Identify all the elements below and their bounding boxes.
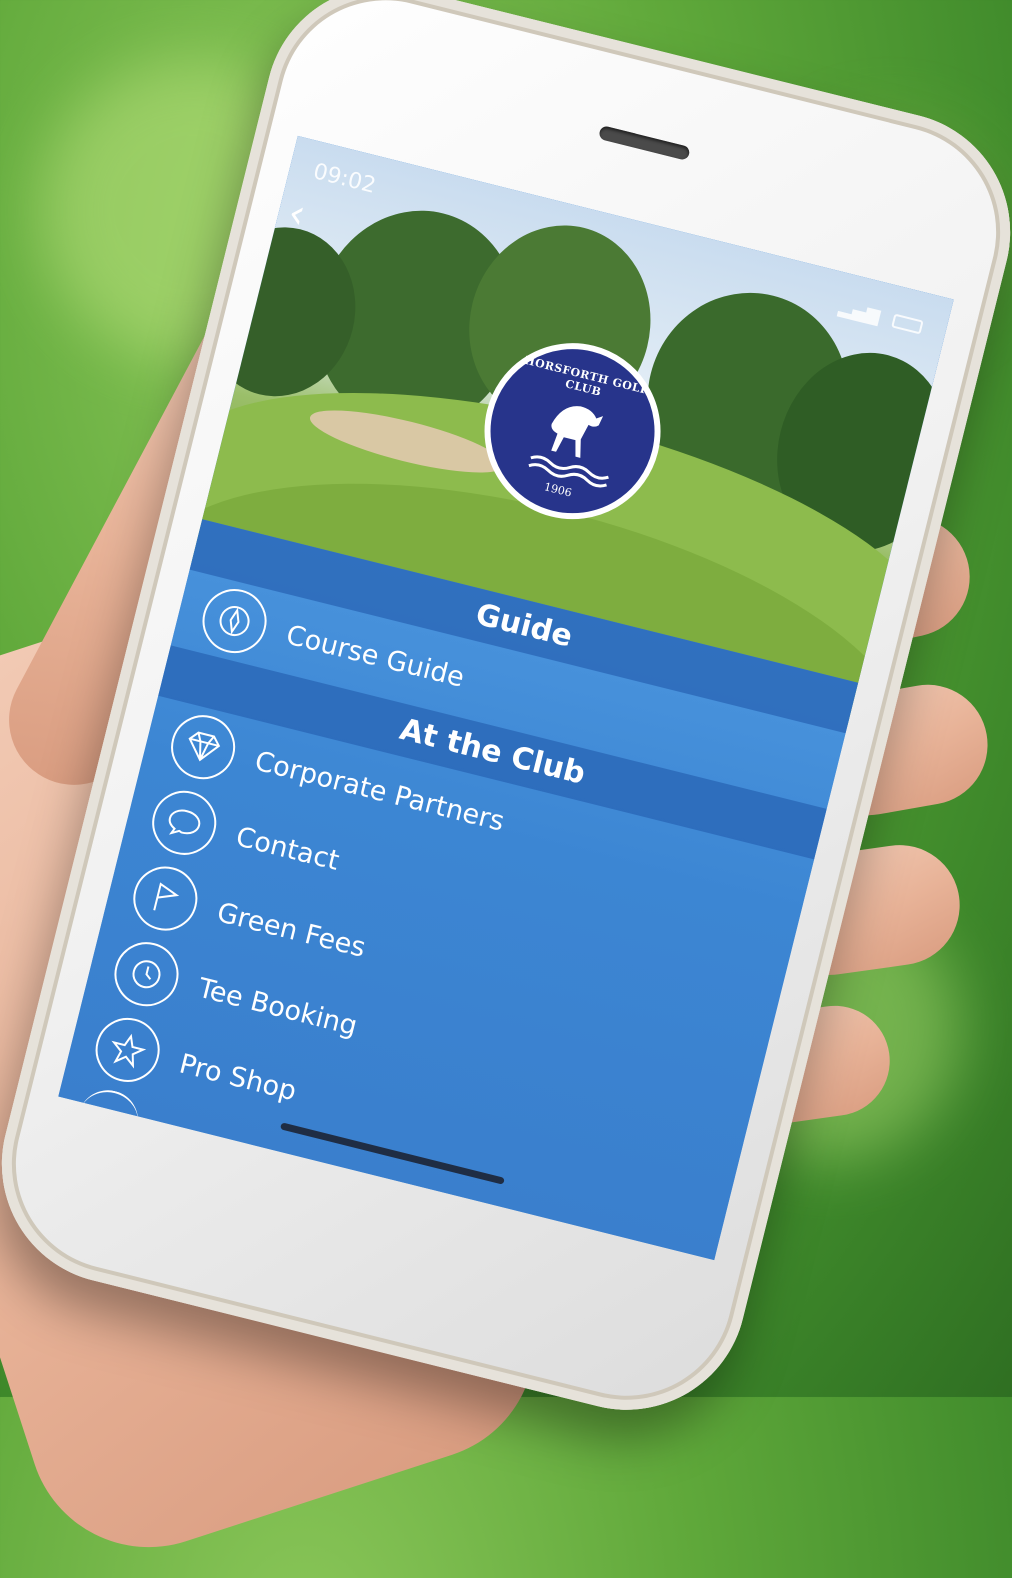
menu-item-label: Green Fees	[214, 896, 369, 964]
compass-icon	[195, 582, 274, 660]
menu-item-label: Tee Booking	[195, 972, 361, 1042]
status-time: 09:02	[310, 159, 379, 199]
diamond-icon	[164, 708, 242, 786]
clock-icon	[107, 935, 186, 1014]
back-button[interactable]: ‹	[284, 190, 311, 239]
star-icon	[88, 1011, 167, 1089]
menu-item-label: Contact	[232, 820, 343, 877]
chat-bubble-icon	[145, 784, 224, 862]
status-indicators: ▂▄▆	[837, 296, 925, 337]
signal-icon: ▂▄▆	[836, 296, 883, 327]
menu-item-label: Pro Shop	[176, 1047, 300, 1107]
flag-icon	[126, 859, 205, 938]
battery-icon	[891, 313, 924, 335]
